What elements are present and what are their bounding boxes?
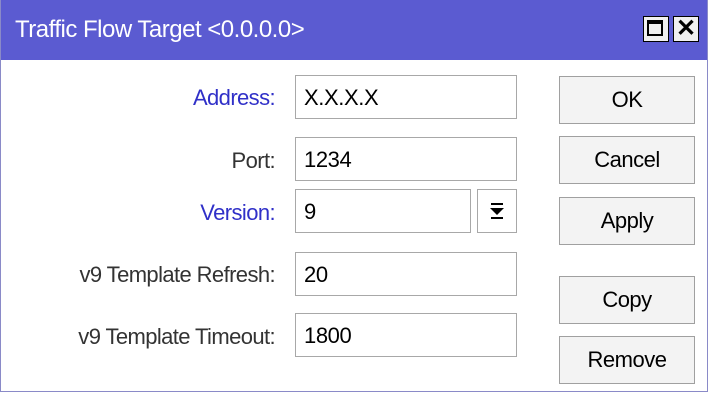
template-timeout-field[interactable]: 1800 [295, 313, 517, 357]
title-bar[interactable]: Traffic Flow Target <0.0.0.0> ✕ [1, 0, 707, 60]
cancel-button[interactable]: Cancel [559, 136, 695, 184]
address-label: Address: [192, 85, 276, 110]
maximize-icon[interactable] [643, 16, 669, 42]
port-label: Port: [231, 148, 276, 173]
template-timeout-label: v9 Template Timeout: [78, 324, 275, 349]
version-dropdown-button[interactable] [477, 189, 517, 233]
template-refresh-label: v9 Template Refresh: [79, 262, 276, 287]
copy-button[interactable]: Copy [559, 276, 695, 324]
ok-button[interactable]: OK [559, 76, 695, 124]
window-title: Traffic Flow Target <0.0.0.0> [15, 16, 305, 43]
dropdown-arrow-icon [490, 203, 504, 219]
traffic-flow-target-dialog: Traffic Flow Target <0.0.0.0> ✕ Address:… [0, 0, 708, 392]
version-select[interactable]: 9 [295, 189, 471, 233]
port-field[interactable]: 1234 [295, 137, 517, 181]
apply-button[interactable]: Apply [559, 197, 695, 245]
remove-button[interactable]: Remove [559, 336, 695, 384]
version-label: Version: [200, 200, 275, 225]
close-icon[interactable]: ✕ [673, 16, 699, 42]
template-refresh-field[interactable]: 20 [295, 252, 517, 296]
address-field[interactable]: X.X.X.X [295, 75, 517, 119]
